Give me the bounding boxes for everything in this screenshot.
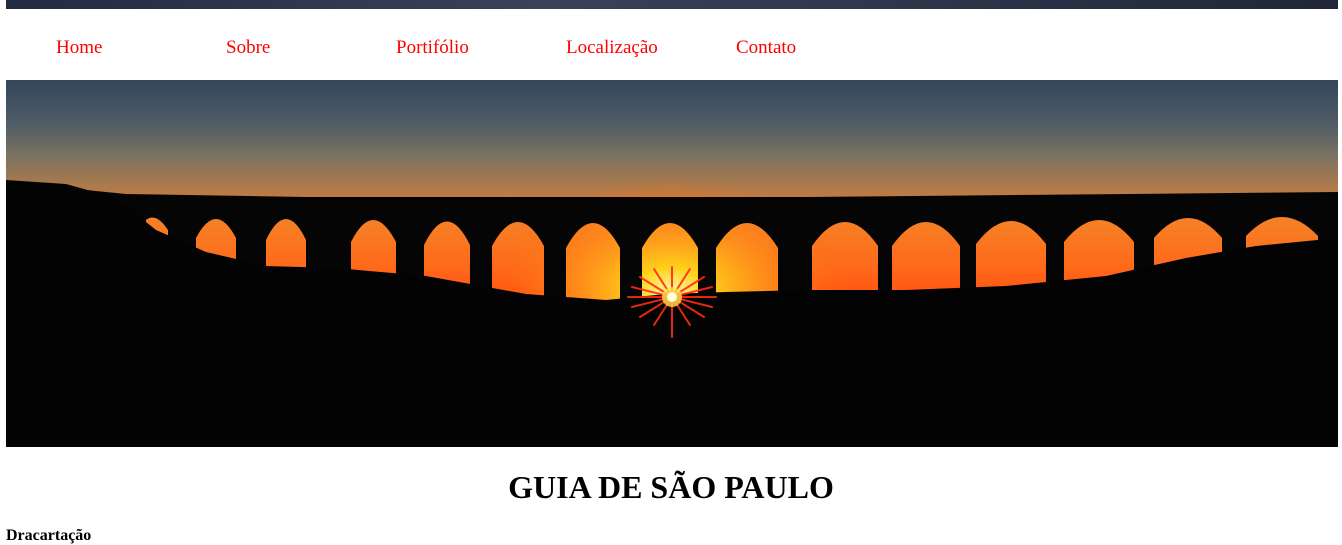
- page-title: GUIA DE SÃO PAULO: [508, 469, 834, 505]
- top-banner-strip: [6, 0, 1338, 9]
- nav-item-contato: Contato: [736, 37, 796, 59]
- nav-list: Home Sobre Portifólio Localização Contat…: [6, 9, 1338, 80]
- nav-item-portifolio: Portifólio: [396, 37, 469, 59]
- nav-link-home[interactable]: Home: [56, 37, 102, 58]
- nav-link-localizacao[interactable]: Localização: [566, 37, 658, 58]
- hero-image: [6, 80, 1338, 447]
- main-navigation: Home Sobre Portifólio Localização Contat…: [6, 9, 1338, 80]
- nav-item-sobre: Sobre: [226, 37, 270, 59]
- nav-item-localizacao: Localização: [566, 37, 658, 59]
- nav-link-portifolio[interactable]: Portifólio: [396, 37, 469, 58]
- section-heading: Dracartação: [6, 527, 92, 544]
- aqueduct-sunset-photo: [6, 80, 1338, 447]
- nav-link-sobre[interactable]: Sobre: [226, 37, 270, 58]
- nav-item-home: Home: [56, 37, 102, 59]
- nav-link-contato[interactable]: Contato: [736, 37, 796, 58]
